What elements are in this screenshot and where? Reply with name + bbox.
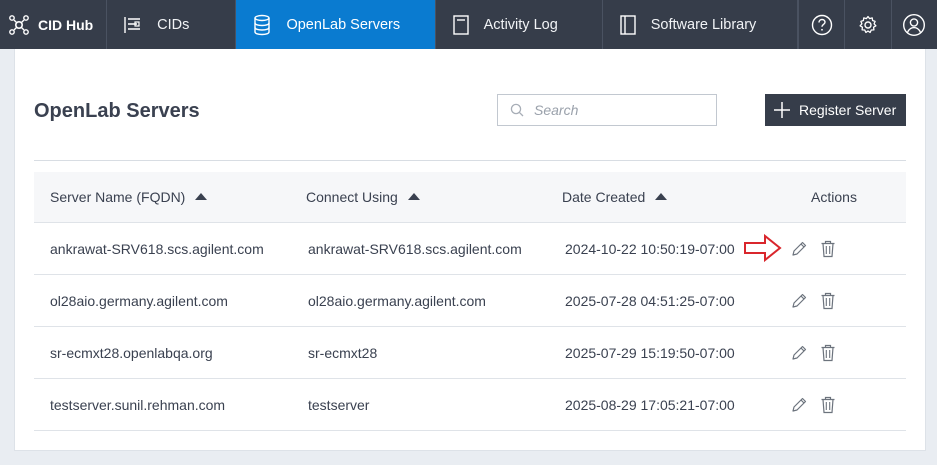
header-divider	[34, 160, 906, 161]
sort-ascending-icon	[407, 193, 420, 200]
search-input[interactable]	[534, 102, 694, 118]
search-box[interactable]	[497, 94, 717, 126]
register-server-label: Register Server	[799, 102, 897, 118]
user-icon	[903, 13, 926, 36]
server-name-cell: ol28aio.germany.agilent.com	[50, 292, 228, 309]
column-header-label: Server Name (FQDN)	[50, 189, 186, 205]
sort-ascending-icon	[195, 193, 208, 200]
search-icon	[510, 103, 524, 117]
help-button[interactable]	[798, 0, 844, 49]
register-server-button[interactable]: Register Server	[765, 94, 906, 126]
top-navigation-bar: CID Hub CIDs OpenLab Servers Activity Lo…	[0, 0, 937, 49]
trash-icon	[821, 240, 835, 257]
table-row: sr-ecmxt28.openlabqa.org sr-ecmxt28 2025…	[34, 327, 906, 379]
connect-using-cell: testserver	[308, 396, 370, 413]
gear-icon	[859, 15, 877, 33]
column-header-server-name[interactable]: Server Name (FQDN)	[34, 189, 290, 205]
sort-ascending-icon	[655, 193, 668, 200]
brand[interactable]: CID Hub	[0, 0, 108, 49]
actions-cell	[762, 240, 906, 258]
server-name-cell: ankrawat-SRV618.scs.agilent.com	[50, 240, 264, 257]
annotation-arrow-icon	[744, 233, 782, 263]
nav-software-library[interactable]: Software Library	[603, 0, 799, 49]
cid-hub-logo-icon	[9, 14, 29, 35]
pencil-icon	[792, 397, 807, 412]
edit-button[interactable]	[790, 292, 808, 310]
actions-cell	[762, 344, 906, 362]
nav-cids-label: CIDs	[157, 16, 190, 33]
brand-name: CID Hub	[38, 16, 94, 33]
connect-using-cell: ol28aio.germany.agilent.com	[308, 292, 486, 309]
nav-openlab-servers[interactable]: OpenLab Servers	[236, 0, 436, 49]
actions-cell	[762, 396, 906, 414]
column-header-actions: Actions	[762, 189, 906, 205]
server-name-cell: sr-ecmxt28.openlabqa.org	[50, 344, 213, 361]
library-icon	[620, 14, 636, 35]
delete-button[interactable]	[820, 396, 836, 414]
actions-cell	[762, 292, 906, 310]
date-created-cell: 2025-07-28 04:51:25-07:00	[565, 292, 735, 309]
pencil-icon	[792, 293, 807, 308]
edit-button[interactable]	[790, 344, 808, 362]
trash-icon	[821, 292, 835, 309]
table-row: ol28aio.germany.agilent.com ol28aio.germ…	[34, 275, 906, 327]
column-header-label: Actions	[811, 189, 857, 205]
cids-icon	[124, 16, 141, 33]
pencil-icon	[792, 345, 807, 360]
delete-button[interactable]	[820, 344, 836, 362]
connect-using-cell: sr-ecmxt28	[308, 344, 378, 361]
server-name-cell: testserver.sunil.rehman.com	[50, 396, 226, 413]
user-menu-button[interactable]	[890, 0, 937, 49]
column-header-label: Connect Using	[306, 189, 398, 205]
servers-table: Server Name (FQDN) Connect Using Date Cr…	[34, 172, 906, 431]
settings-button[interactable]	[844, 0, 890, 49]
log-icon	[452, 14, 469, 35]
nav-cids[interactable]: CIDs	[107, 0, 237, 49]
database-icon	[254, 14, 271, 35]
delete-button[interactable]	[820, 240, 836, 258]
pencil-icon	[792, 241, 807, 256]
column-header-date-created[interactable]: Date Created	[546, 189, 762, 205]
help-icon	[811, 14, 832, 35]
delete-button[interactable]	[820, 292, 836, 310]
nav-openlab-servers-label: OpenLab Servers	[286, 16, 401, 33]
connect-using-cell: ankrawat-SRV618.scs.agilent.com	[308, 240, 522, 257]
date-created-cell: 2025-07-29 15:19:50-07:00	[565, 344, 735, 361]
trash-icon	[821, 344, 835, 361]
column-header-connect-using[interactable]: Connect Using	[290, 189, 546, 205]
table-header: Server Name (FQDN) Connect Using Date Cr…	[34, 172, 906, 223]
table-row: testserver.sunil.rehman.com testserver 2…	[34, 379, 906, 431]
plus-icon	[774, 102, 790, 118]
page-title: OpenLab Servers	[34, 100, 200, 122]
trash-icon	[821, 396, 835, 413]
edit-button[interactable]	[790, 240, 808, 258]
nav-activity-log[interactable]: Activity Log	[436, 0, 603, 49]
edit-button[interactable]	[790, 396, 808, 414]
date-created-cell: 2025-08-29 17:05:21-07:00	[565, 396, 735, 413]
column-header-label: Date Created	[562, 189, 646, 205]
nav-activity-log-label: Activity Log	[483, 16, 558, 33]
nav-software-library-label: Software Library	[650, 16, 757, 33]
date-created-cell: 2024-10-22 10:50:19-07:00	[565, 240, 735, 257]
